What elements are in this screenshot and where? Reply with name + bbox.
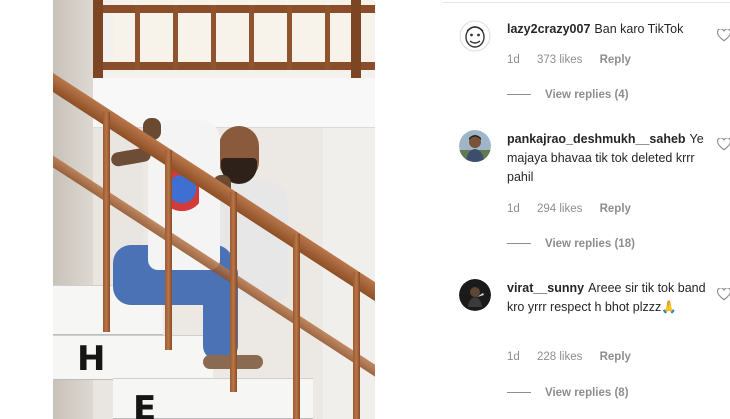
heart-outline-icon[interactable] bbox=[717, 29, 730, 42]
stair-letter-e: E bbox=[133, 389, 157, 419]
stair-letter-h: H bbox=[77, 339, 106, 379]
reply-button[interactable]: Reply bbox=[600, 351, 631, 363]
comment-time: 1d bbox=[507, 54, 520, 66]
sketch-face-avatar-icon[interactable] bbox=[459, 20, 491, 52]
upper-spindle bbox=[287, 5, 292, 70]
comment-likes[interactable]: 228 likes bbox=[537, 351, 582, 363]
reply-button[interactable]: Reply bbox=[600, 54, 631, 66]
view-replies-button[interactable]: View replies (4) bbox=[507, 89, 629, 101]
comment-body: lazy2crazy007 Ban karo TikTok bbox=[507, 20, 707, 39]
upper-spindle bbox=[325, 5, 330, 70]
comment-time: 1d bbox=[507, 351, 520, 363]
stair-spindle bbox=[103, 112, 110, 332]
dark-profile-avatar-icon[interactable] bbox=[459, 279, 491, 311]
view-replies-label: View replies (18) bbox=[545, 238, 635, 250]
stair-spindle bbox=[353, 272, 360, 419]
comment-username[interactable]: virat__sunny bbox=[507, 281, 584, 295]
view-replies-button[interactable]: View replies (8) bbox=[507, 387, 629, 399]
replies-dash bbox=[507, 392, 531, 394]
comment-item: pankajrao_deshmukh__saheb Ye majaya bhava… bbox=[443, 120, 730, 260]
heart-outline-icon[interactable] bbox=[717, 288, 730, 301]
upper-spindle bbox=[135, 5, 140, 70]
comment-meta: 1d 228 likes Reply bbox=[507, 351, 645, 363]
view-replies-label: View replies (8) bbox=[545, 387, 629, 399]
upper-spindle bbox=[249, 5, 254, 70]
comment-username[interactable]: pankajrao_deshmukh__saheb bbox=[507, 132, 686, 146]
stair-spindle bbox=[230, 192, 237, 392]
post-media[interactable]: H E bbox=[53, 0, 375, 419]
stair-landing bbox=[93, 78, 375, 128]
comment-meta: 1d 373 likes Reply bbox=[507, 54, 645, 66]
comment-item: virat__sunny Areee sir tik tok band kro y… bbox=[443, 270, 730, 419]
heart-outline-icon[interactable] bbox=[717, 138, 730, 151]
upper-newel-post bbox=[351, 0, 361, 80]
replies-dash bbox=[507, 94, 531, 96]
upper-spindle bbox=[211, 5, 216, 70]
comment-username[interactable]: lazy2crazy007 bbox=[507, 22, 590, 36]
view-replies-button[interactable]: View replies (18) bbox=[507, 238, 635, 250]
reply-button[interactable]: Reply bbox=[600, 203, 631, 215]
stair-spindle bbox=[293, 234, 300, 419]
view-replies-label: View replies (4) bbox=[545, 89, 629, 101]
upper-newel-post bbox=[93, 0, 103, 80]
profile-photo-avatar-icon[interactable] bbox=[459, 130, 491, 162]
comment-item: lazy2crazy007 Ban karo TikTok 1d 373 like… bbox=[443, 0, 730, 120]
comment-time: 1d bbox=[507, 203, 520, 215]
upper-spindle bbox=[173, 5, 178, 70]
comment-text: Ban karo TikTok bbox=[594, 22, 684, 36]
comment-likes[interactable]: 373 likes bbox=[537, 54, 582, 66]
stair-spindle bbox=[165, 150, 172, 350]
replies-dash bbox=[507, 243, 531, 245]
comment-meta: 1d 294 likes Reply bbox=[507, 203, 645, 215]
comment-likes[interactable]: 294 likes bbox=[537, 203, 582, 215]
comment-body: pankajrao_deshmukh__saheb Ye majaya bhava… bbox=[507, 130, 707, 187]
comment-body: virat__sunny Areee sir tik tok band kro y… bbox=[507, 279, 707, 317]
